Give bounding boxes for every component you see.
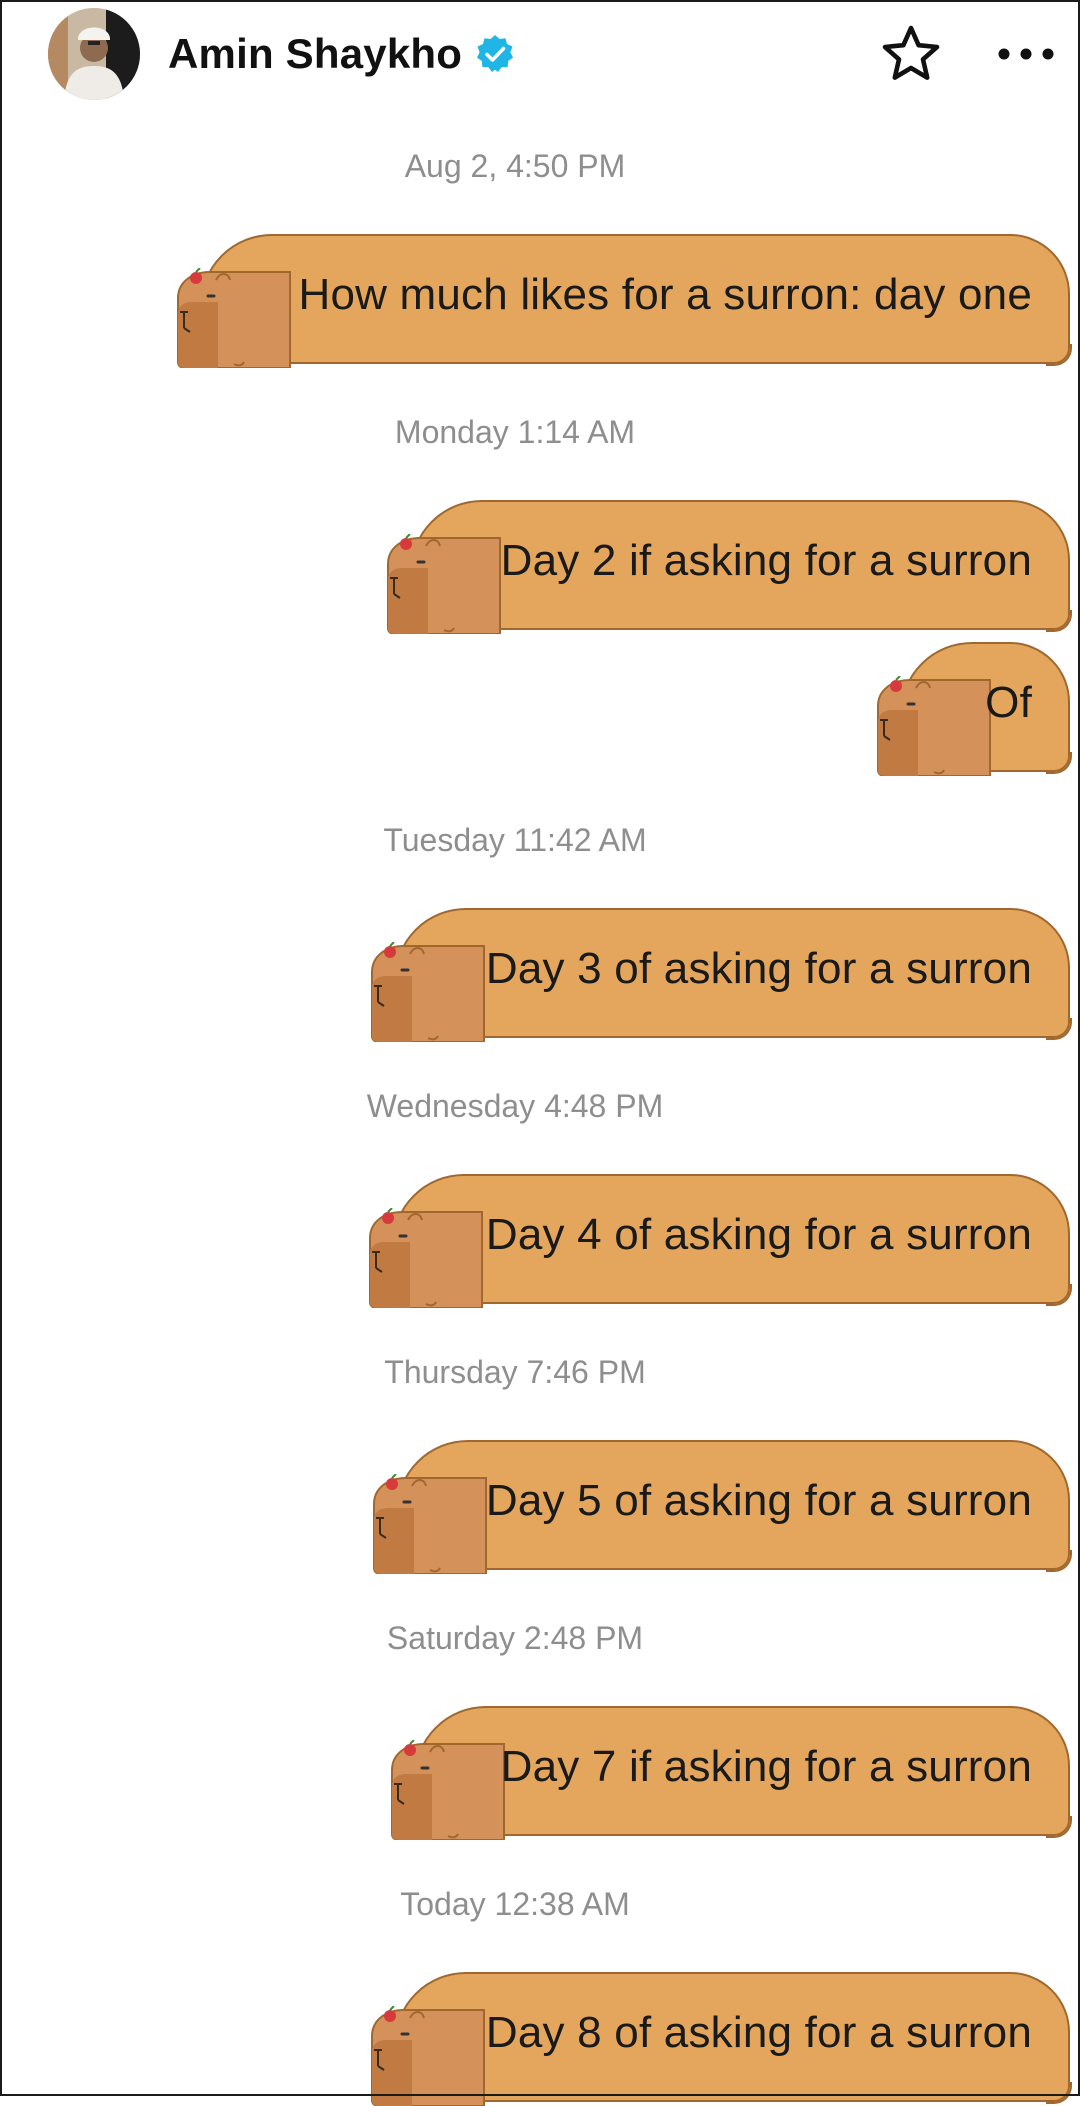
message-text: Day 3 of asking for a surron xyxy=(485,944,1032,993)
message-text: Day 8 of asking for a surron xyxy=(485,2008,1032,2057)
message-text: Day 4 of asking for a surron xyxy=(485,1210,1032,1259)
message-text: Of xyxy=(985,678,1032,727)
message-bubble[interactable]: Day 5 of asking for a surron xyxy=(366,1440,1072,1574)
message-text: How much likes for a surron: day one xyxy=(298,270,1032,319)
timestamp: Thursday 7:46 PM xyxy=(384,1354,646,1390)
message-bubble[interactable]: Day 7 if asking for a surron xyxy=(384,1706,1072,1840)
timestamp: Monday 1:14 AM xyxy=(394,414,636,450)
timestamp: Wednesday 4:48 PM xyxy=(366,1088,664,1124)
message-text: Day 2 if asking for a surron xyxy=(500,536,1032,585)
message-bubble[interactable]: Day 4 of asking for a surron xyxy=(362,1174,1072,1308)
contact-name-row[interactable]: Amin Shaykho xyxy=(168,30,516,78)
timestamp: Tuesday 11:42 AM xyxy=(383,822,647,858)
more-horizontal-icon[interactable] xyxy=(996,36,1056,72)
contact-name: Amin Shaykho xyxy=(168,30,463,77)
capybara-sticker-icon xyxy=(369,1208,483,1308)
avatar-photo xyxy=(48,8,140,100)
capybara-sticker-icon xyxy=(177,268,291,368)
message-bubble[interactable]: How much likes for a surron: day one xyxy=(170,234,1072,368)
timestamp: Aug 2, 4:50 PM xyxy=(404,148,626,184)
capybara-sticker-icon xyxy=(391,1740,505,1840)
capybara-sticker-icon xyxy=(371,2006,485,2106)
verified-badge-icon xyxy=(477,35,514,72)
contact-avatar[interactable] xyxy=(48,8,140,100)
message-bubble[interactable]: Day 2 if asking for a surron xyxy=(380,500,1072,634)
message-text: Day 7 if asking for a surron xyxy=(500,1742,1032,1791)
capybara-sticker-icon xyxy=(371,942,485,1042)
timestamp: Today 12:38 AM xyxy=(400,1886,630,1922)
capybara-sticker-icon xyxy=(877,676,991,776)
star-outline-icon[interactable] xyxy=(878,22,944,88)
message-bubble[interactable]: Of xyxy=(870,642,1072,776)
message-bubble[interactable]: Day 3 of asking for a surron xyxy=(364,908,1072,1042)
message-text: Day 5 of asking for a surron xyxy=(485,1476,1032,1525)
timestamp: Saturday 2:48 PM xyxy=(386,1620,644,1656)
capybara-sticker-icon xyxy=(373,1474,487,1574)
chat-header: Amin Shaykho xyxy=(0,0,1080,110)
capybara-sticker-icon xyxy=(387,534,501,634)
message-bubble[interactable]: Day 8 of asking for a surron xyxy=(364,1972,1072,2106)
